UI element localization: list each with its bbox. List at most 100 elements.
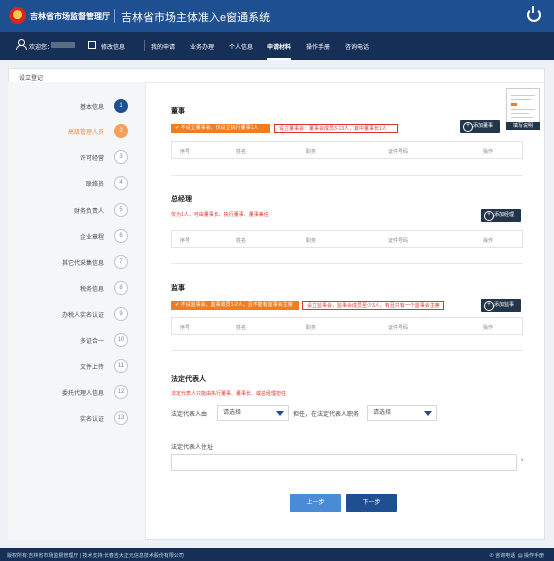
nav-manual[interactable]: 操作手册 [306,42,330,51]
manager-table-header: 序号 姓名 职务 证件号码 操作 [171,230,523,248]
nav-business[interactable]: 业务办理 [190,42,214,51]
step-number: 10 [114,333,128,347]
user-icon [16,39,27,50]
legal-rep-acts-label: 担任，在法定代表人职务 [293,412,360,418]
col-id-number: 证件号码 [388,238,409,244]
nav-my-applications[interactable]: 我的申请 [151,42,175,51]
system-title: 吉林省市场主体准入e窗通系统 [121,12,271,24]
col-index: 序号 [180,149,191,155]
step-sidebar: 基本信息 1 高级管理人员 2 许可经营 3 联络员 4 财务负责人 5 企业章… [8,82,146,540]
hotline-link[interactable]: 咨询电话 [495,553,515,559]
national-emblem-icon [9,7,26,24]
directors-rule-option[interactable]: 设立董事会：董事会成员3-13人，其中董事长1人 [274,124,398,133]
manual-link[interactable]: 操作手册 [524,553,544,559]
nav-separator [144,40,145,51]
supervisors-rule-selected[interactable]: ✔ 不设监事会，监事成员1-2人，且不能有监事会主席 [171,301,299,310]
directors-rule-selected[interactable]: ✔ 不设立董事会，仅设立执行董事1人 [171,124,270,133]
step-label: 财务负责人 [73,209,104,215]
col-index: 序号 [180,238,191,244]
step-label: 联络员 [85,182,104,188]
required-mark: * [521,459,524,465]
col-name: 姓名 [236,238,247,244]
step-articles[interactable]: 企业章程 6 [8,229,146,243]
header-divider [114,9,115,23]
legal-rep-position-select[interactable]: 请选择 [367,405,437,421]
nav-application-materials[interactable]: 申请材料 [267,42,292,60]
col-position: 职务 [306,149,317,155]
step-file-upload[interactable]: 文件上传 11 [8,359,146,373]
manager-title: 总经理 [171,196,192,203]
directors-title: 董事 [171,108,185,115]
step-label: 高级管理人员 [67,130,104,136]
step-label: 多证合一 [79,339,104,345]
step-agent-info[interactable]: 委托代理人信息 12 [8,385,146,399]
legal-rep-from-label: 法定代表人由 [171,412,208,418]
step-number: 4 [114,176,128,190]
footer-links: ✆ 咨询电话 ▤ 操作手册 [489,552,544,559]
step-number: 5 [114,203,128,217]
step-number: 3 [114,150,128,164]
supervisors-title: 监事 [171,285,185,292]
col-name: 姓名 [236,149,247,155]
step-number: 8 [114,281,128,295]
step-senior-management[interactable]: 高级管理人员 2 [8,124,146,138]
add-director-button[interactable]: 添加董事 [460,120,500,133]
prev-step-button[interactable]: 上一步 [290,494,341,512]
step-label: 实名认证 [79,417,104,423]
legal-rep-source-select[interactable]: 请选择 [217,405,289,421]
nav-hotline[interactable]: 咨询电话 [345,42,369,51]
col-actions: 操作 [483,325,494,331]
step-label: 企业章程 [79,235,104,241]
col-id-number: 证件号码 [388,325,409,331]
select-value: 请选择 [373,410,392,416]
form-content: 董事 ✔ 不设立董事会，仅设立执行董事1人 设立董事会：董事会成员3-13人，其… [146,82,544,540]
select-value: 请选择 [223,410,242,416]
username-redacted [51,42,75,48]
col-position: 职务 [306,238,317,244]
supervisors-rule-option[interactable]: 设立监事会，监事会成员至少3人，有且只有一个监事会主席 [302,301,444,310]
step-licensed-operation[interactable]: 许可经营 3 [8,150,146,164]
step-number: 11 [114,359,128,373]
supervisors-table-header: 序号 姓名 职务 证件号码 操作 [171,317,523,335]
directors-table-header: 序号 姓名 职务 证件号码 操作 [171,141,523,159]
step-basic-info[interactable]: 基本信息 1 [8,99,146,113]
step-label: 基本信息 [79,105,104,111]
step-multi-cert[interactable]: 多证合一 10 [8,333,146,347]
legal-rep-address-input[interactable] [171,454,517,471]
instructions-button[interactable]: 填写说明 [506,122,540,130]
step-finance-officer[interactable]: 财务负责人 5 [8,203,146,217]
logout-power-icon[interactable] [527,6,541,22]
step-tax-info[interactable]: 税务信息 8 [8,281,146,295]
step-real-name[interactable]: 实名认证 13 [8,411,146,425]
col-position: 职务 [306,325,317,331]
nav-personal-info[interactable]: 个人信息 [229,42,253,51]
step-label: 许可经营 [79,156,104,162]
step-number: 7 [114,255,128,269]
page-title: 设立登记 [19,76,44,82]
legal-rep-address-label: 法定代表人住址 [171,445,214,451]
org-name: 吉林省市场监督管理厅 [30,12,110,21]
col-name: 姓名 [236,325,247,331]
col-index: 序号 [180,325,191,331]
step-liaison[interactable]: 联络员 4 [8,176,146,190]
step-tax-agent-verification[interactable]: 办税人实名认证 9 [8,307,146,321]
add-supervisor-button[interactable]: 添加监事 [481,299,521,312]
page-footer: 版权所有:吉林省市场监督管理厅 | 技术支持:长春吉大正元信息技术股份有限公司 … [0,548,554,561]
step-number: 1 [114,99,128,113]
next-step-button[interactable]: 下一步 [346,494,397,512]
step-other-info[interactable]: 其它代采集信息 7 [8,255,146,269]
chevron-down-icon [276,411,284,416]
welcome-text: 欢迎您： [29,45,54,51]
step-label: 办税人实名认证 [61,313,104,319]
step-label: 税务信息 [79,287,104,293]
col-actions: 操作 [483,149,494,155]
top-header: 吉林省市场监督管理厅 吉林省市场主体准入e窗通系统 [0,0,554,32]
step-label: 其它代采集信息 [61,261,104,267]
edit-info-link[interactable]: 修改信息 [101,42,125,51]
step-number: 6 [114,229,128,243]
step-label: 文件上传 [79,365,104,371]
add-manager-button[interactable]: 添加经理 [481,209,521,222]
section-divider [171,263,523,264]
section-divider [171,175,523,176]
main-nav: 欢迎您： 修改信息 我的申请 业务办理 个人信息 申请材料 操作手册 咨询电话 [0,32,554,60]
